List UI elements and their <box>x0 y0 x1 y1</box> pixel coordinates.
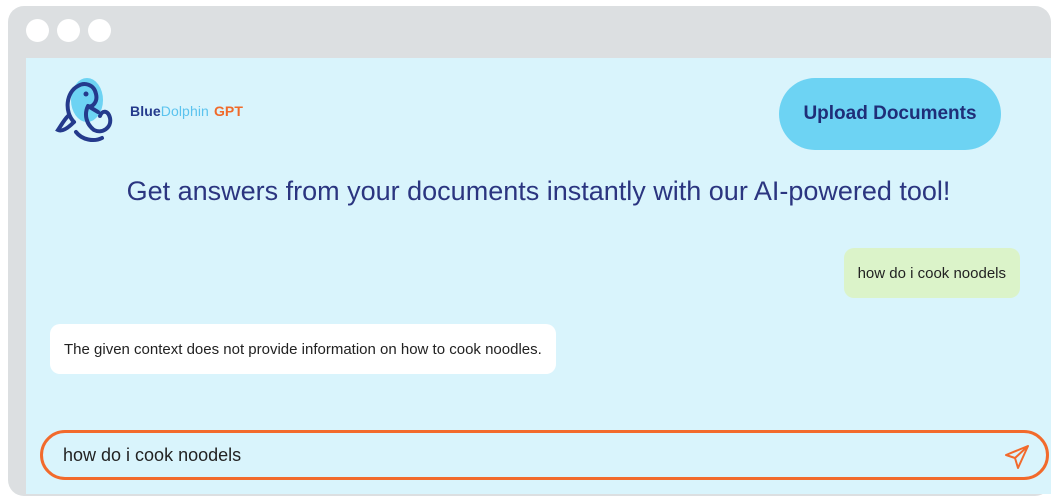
window-dot-3[interactable] <box>88 19 111 42</box>
assistant-message: The given context does not provide infor… <box>50 324 556 374</box>
logo-text: BlueDolphin GPT <box>130 103 243 119</box>
chat-input-container <box>40 430 1049 480</box>
chat-input[interactable] <box>63 441 963 469</box>
page-headline: Get answers from your documents instantl… <box>126 176 951 206</box>
window-dot-1[interactable] <box>26 19 49 42</box>
browser-window: BlueDolphin GPT Upload Documents Get answ… <box>8 6 1051 496</box>
send-icon[interactable] <box>1002 442 1032 472</box>
logo-text-dolphin: Dolphin <box>160 103 209 119</box>
window-controls <box>26 19 111 42</box>
app-area: BlueDolphin GPT Upload Documents Get answ… <box>26 58 1051 494</box>
logo-text-gpt: GPT <box>213 103 244 119</box>
logo[interactable]: BlueDolphin GPT <box>54 72 243 150</box>
upload-documents-button[interactable]: Upload Documents <box>779 78 1001 150</box>
dolphin-logo-icon <box>55 78 113 142</box>
window-dot-2[interactable] <box>57 19 80 42</box>
user-message: how do i cook noodels <box>843 248 1020 298</box>
logo-text-blue: Blue <box>130 103 161 119</box>
